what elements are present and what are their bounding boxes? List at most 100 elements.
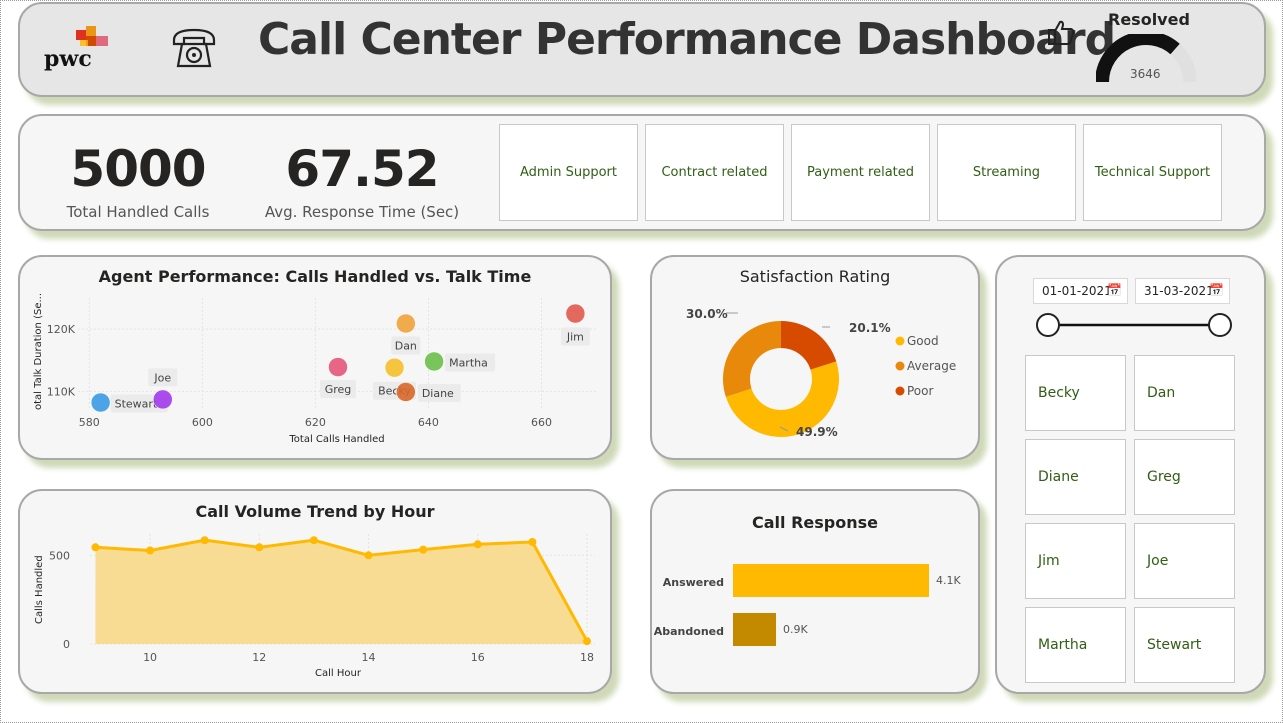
satisfaction-donut: 30.0% 20.1% 49.9% Good Average Poor [686, 307, 956, 439]
category-payment-related[interactable]: Payment related [791, 124, 930, 221]
trend-x-tick: 16 [471, 651, 485, 664]
scatter-y-tick: 110K [47, 385, 76, 398]
donut-label-good: 49.9% [796, 425, 838, 439]
agent-button-greg[interactable]: Greg [1134, 439, 1235, 515]
scatter-xlabel: Total Calls Handled [288, 434, 384, 445]
agent-button-diane[interactable]: Diane [1025, 439, 1126, 515]
legend-good: Good [907, 334, 939, 348]
response-bar-value: 0.9K [783, 623, 808, 636]
agent-button-dan[interactable]: Dan [1134, 355, 1235, 431]
donut-label-average: 30.0% [686, 307, 728, 321]
avg-response-value: 67.52 [285, 140, 439, 198]
scatter-point-diane[interactable] [396, 382, 416, 402]
agent-button-martha[interactable]: Martha [1025, 607, 1126, 683]
scatter-point-joe[interactable] [153, 389, 173, 410]
response-bar-answered[interactable] [733, 564, 929, 597]
scatter-x-tick: 600 [192, 416, 213, 429]
scatter-x-tick: 640 [418, 416, 439, 429]
legend-dot-average [895, 361, 905, 371]
thumbs-up-icon [1046, 18, 1076, 52]
scatter-point-greg[interactable] [328, 357, 348, 377]
response-bar-label: Answered [663, 576, 724, 589]
legend-poor: Poor [907, 384, 933, 398]
donut-slice-poor[interactable] [781, 321, 837, 370]
scatter-point-label: Martha [449, 356, 488, 369]
scatter-ylabel: otal Talk Duration (Se... [33, 293, 44, 410]
scatter-point-label: Stewart [115, 398, 158, 411]
total-calls-label: Total Handled Calls [66, 203, 210, 221]
scatter-point-becky[interactable] [384, 357, 405, 378]
scatter-plot: otal Talk Duration (Se... Total Calls Ha… [33, 293, 598, 445]
trend-point[interactable] [583, 637, 591, 646]
avg-response-label: Avg. Response Time (Sec) [264, 203, 460, 221]
slider-handle-start[interactable] [1036, 313, 1060, 337]
trend-xlabel: Call Hour [315, 668, 362, 679]
calendar-icon[interactable]: 📅 [1107, 283, 1122, 297]
agent-button-jim[interactable]: Jim [1025, 523, 1126, 599]
call-volume-area-chart: Calls Handled Call Hour 500 0 10 12 14 16 18 [34, 534, 595, 679]
category-streaming[interactable]: Streaming [937, 124, 1076, 221]
end-date-field[interactable]: 31-03-2021 📅 [1135, 278, 1230, 304]
trend-point[interactable] [528, 537, 537, 546]
resolved-label: Resolved [1108, 10, 1190, 29]
trend-y-tick: 500 [49, 549, 70, 562]
donut-label-poor: 20.1% [849, 321, 891, 335]
legend-dot-poor [895, 386, 905, 396]
scatter-x-tick: 580 [79, 416, 100, 429]
scatter-point-label: Joe [153, 371, 171, 384]
call-response-bar-chart: Answered 4.1K Abandoned 0.9K [654, 564, 961, 646]
pwc-logo: pwc [40, 20, 112, 74]
scatter-point-martha[interactable] [424, 351, 444, 372]
agent-button-becky[interactable]: Becky [1025, 355, 1126, 431]
donut-title: Satisfaction Rating [739, 267, 891, 286]
trend-y-tick: 0 [63, 638, 70, 651]
legend-average: Average [907, 359, 956, 373]
date-range-slider[interactable] [1032, 310, 1236, 340]
trend-point[interactable] [255, 543, 264, 552]
trend-x-tick: 14 [362, 651, 376, 664]
category-technical-support[interactable]: Technical Support [1083, 124, 1222, 221]
pwc-logo-text: pwc [44, 46, 92, 72]
resolved-value: 3646 [1130, 67, 1161, 81]
trend-x-tick: 18 [580, 651, 594, 664]
trend-area [95, 540, 587, 644]
donut-slice-average[interactable] [723, 321, 781, 397]
trend-ylabel: Calls Handled [34, 555, 45, 624]
scatter-x-tick: 620 [305, 416, 326, 429]
trend-point[interactable] [200, 536, 209, 545]
scatter-point-label: Jim [566, 331, 584, 344]
trend-point[interactable] [473, 540, 482, 549]
trend-point[interactable] [146, 546, 155, 555]
scatter-x-tick: 660 [531, 416, 552, 429]
page-title: Call Center Performance Dashboard [258, 14, 1116, 65]
slider-handle-end[interactable] [1208, 313, 1232, 337]
total-calls-value: 5000 [70, 140, 206, 198]
response-bar-label: Abandoned [654, 625, 724, 638]
start-date-value: 01-01-2021 [1042, 284, 1112, 298]
agent-button-stewart[interactable]: Stewart [1134, 607, 1235, 683]
legend-dot-good [895, 336, 905, 346]
end-date-value: 31-03-2021 [1144, 284, 1214, 298]
scatter-y-tick: 120K [47, 323, 76, 336]
scatter-title: Agent Performance: Calls Handled vs. Tal… [98, 267, 532, 286]
scatter-point-dan[interactable] [396, 313, 416, 334]
trend-title: Call Volume Trend by Hour [195, 502, 435, 521]
trend-point[interactable] [309, 536, 318, 545]
response-bar-abandoned[interactable] [733, 613, 777, 646]
trend-x-tick: 12 [252, 651, 266, 664]
calendar-icon[interactable]: 📅 [1209, 283, 1224, 297]
phone-icon [170, 24, 218, 76]
agent-button-joe[interactable]: Joe [1134, 523, 1235, 599]
trend-point[interactable] [364, 551, 373, 560]
category-admin-support[interactable]: Admin Support [499, 124, 638, 221]
scatter-point-label: Dan [395, 340, 417, 353]
trend-point[interactable] [91, 543, 100, 552]
response-title: Call Response [752, 513, 878, 532]
trend-point[interactable] [419, 545, 428, 554]
scatter-point-stewart[interactable] [90, 392, 111, 413]
category-contract-related[interactable]: Contract related [645, 124, 784, 221]
donut-legend: Good Average Poor [895, 334, 956, 398]
scatter-point-label: Diane [422, 387, 454, 400]
start-date-field[interactable]: 01-01-2021 📅 [1033, 278, 1128, 304]
scatter-point-jim[interactable] [565, 303, 586, 324]
